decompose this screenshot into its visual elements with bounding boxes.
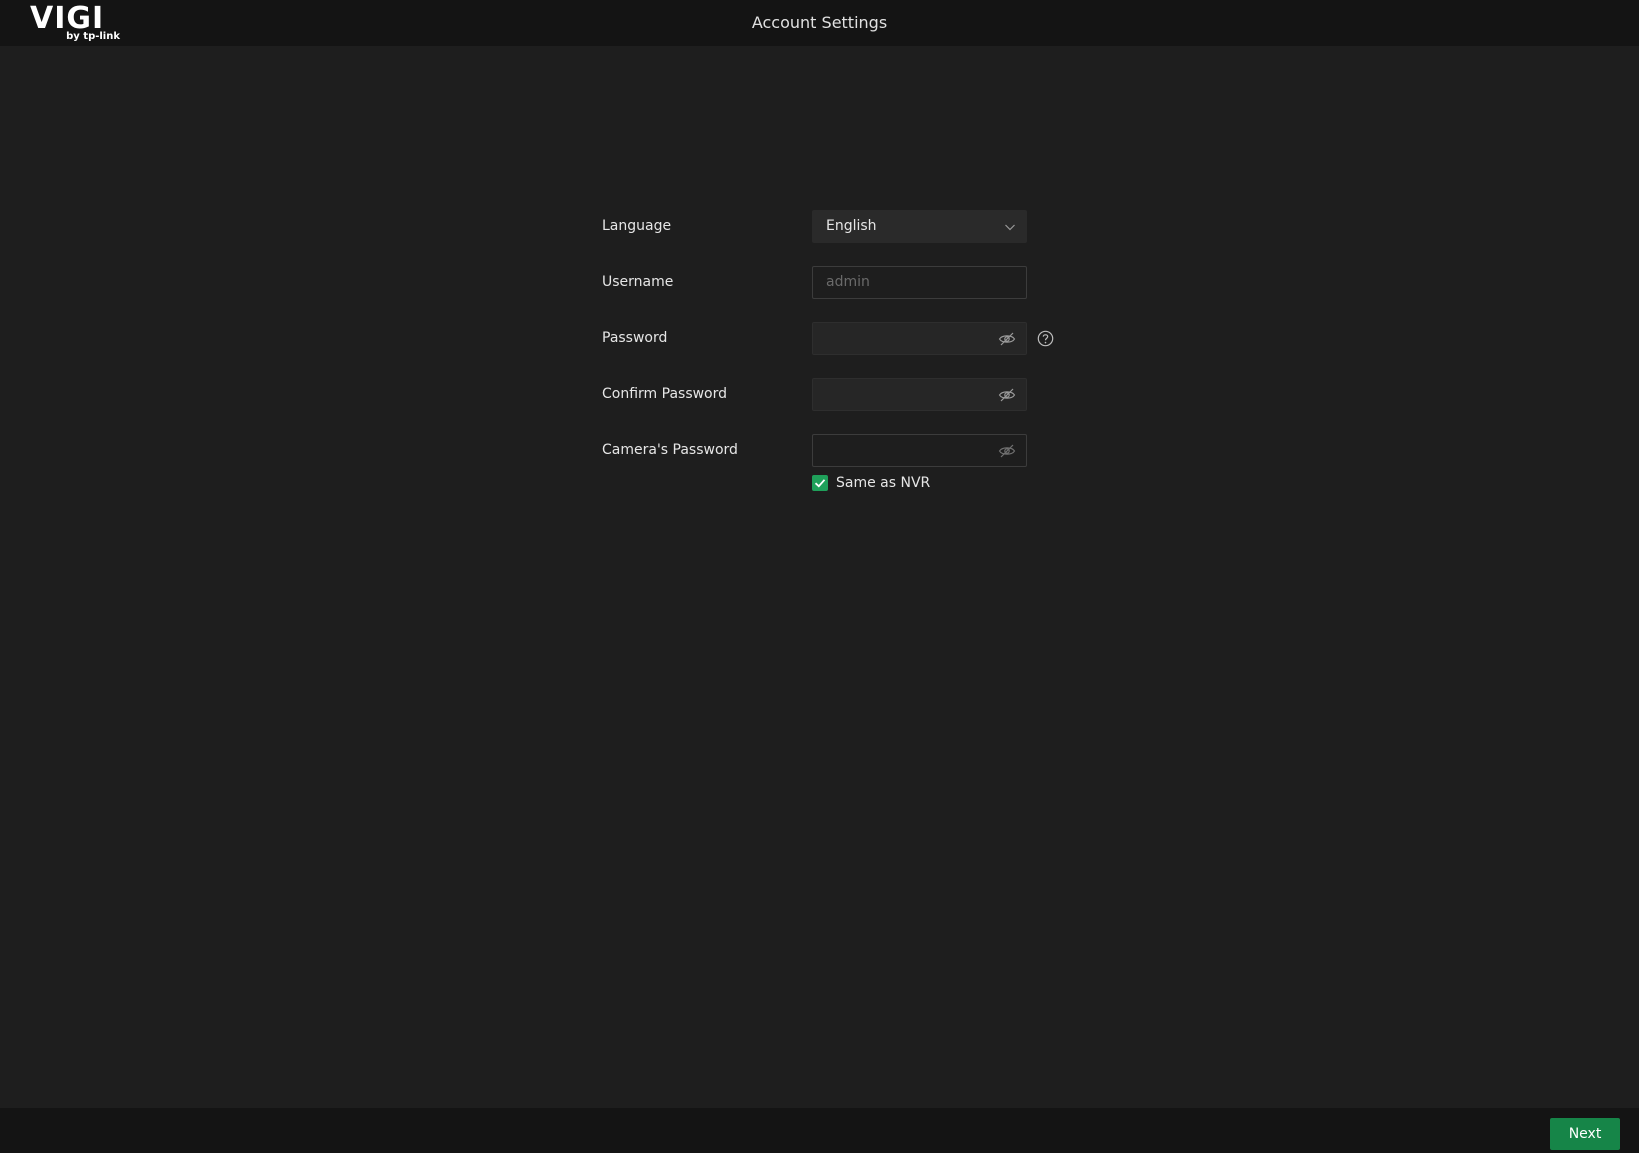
password-input[interactable] [812,322,1027,355]
eye-slash-icon[interactable] [998,331,1016,347]
checkmark-icon [814,479,826,488]
username-row: Username admin [602,266,1062,299]
confirm-password-input[interactable] [812,378,1027,411]
page-title: Account Settings [751,13,888,32]
eye-slash-icon[interactable] [998,443,1016,459]
language-label: Language [602,218,672,234]
same-as-nvr-checkbox[interactable] [812,475,828,491]
question-circle-icon[interactable] [1037,330,1054,347]
same-as-nvr-label: Same as NVR [836,475,931,491]
password-row: Password [602,322,1062,355]
bottom-bar: Next [0,1108,1639,1153]
username-placeholder: admin [826,274,870,290]
language-select[interactable]: English [812,210,1027,243]
language-row: Language English [602,210,1062,243]
camera-password-row: Camera's Password [602,434,1062,467]
next-button[interactable]: Next [1550,1118,1620,1150]
confirm-password-row: Confirm Password [602,378,1062,411]
top-bar: VIGI by tp-link Account Settings [0,0,1639,46]
chevron-down-icon [1005,224,1015,231]
language-value: English [826,218,877,234]
password-label: Password [602,330,668,346]
username-input[interactable]: admin [812,266,1027,299]
username-label: Username [602,274,674,290]
camera-password-label: Camera's Password [602,442,738,458]
eye-slash-icon[interactable] [998,387,1016,403]
camera-password-input[interactable] [812,434,1027,467]
confirm-password-label: Confirm Password [602,386,728,402]
